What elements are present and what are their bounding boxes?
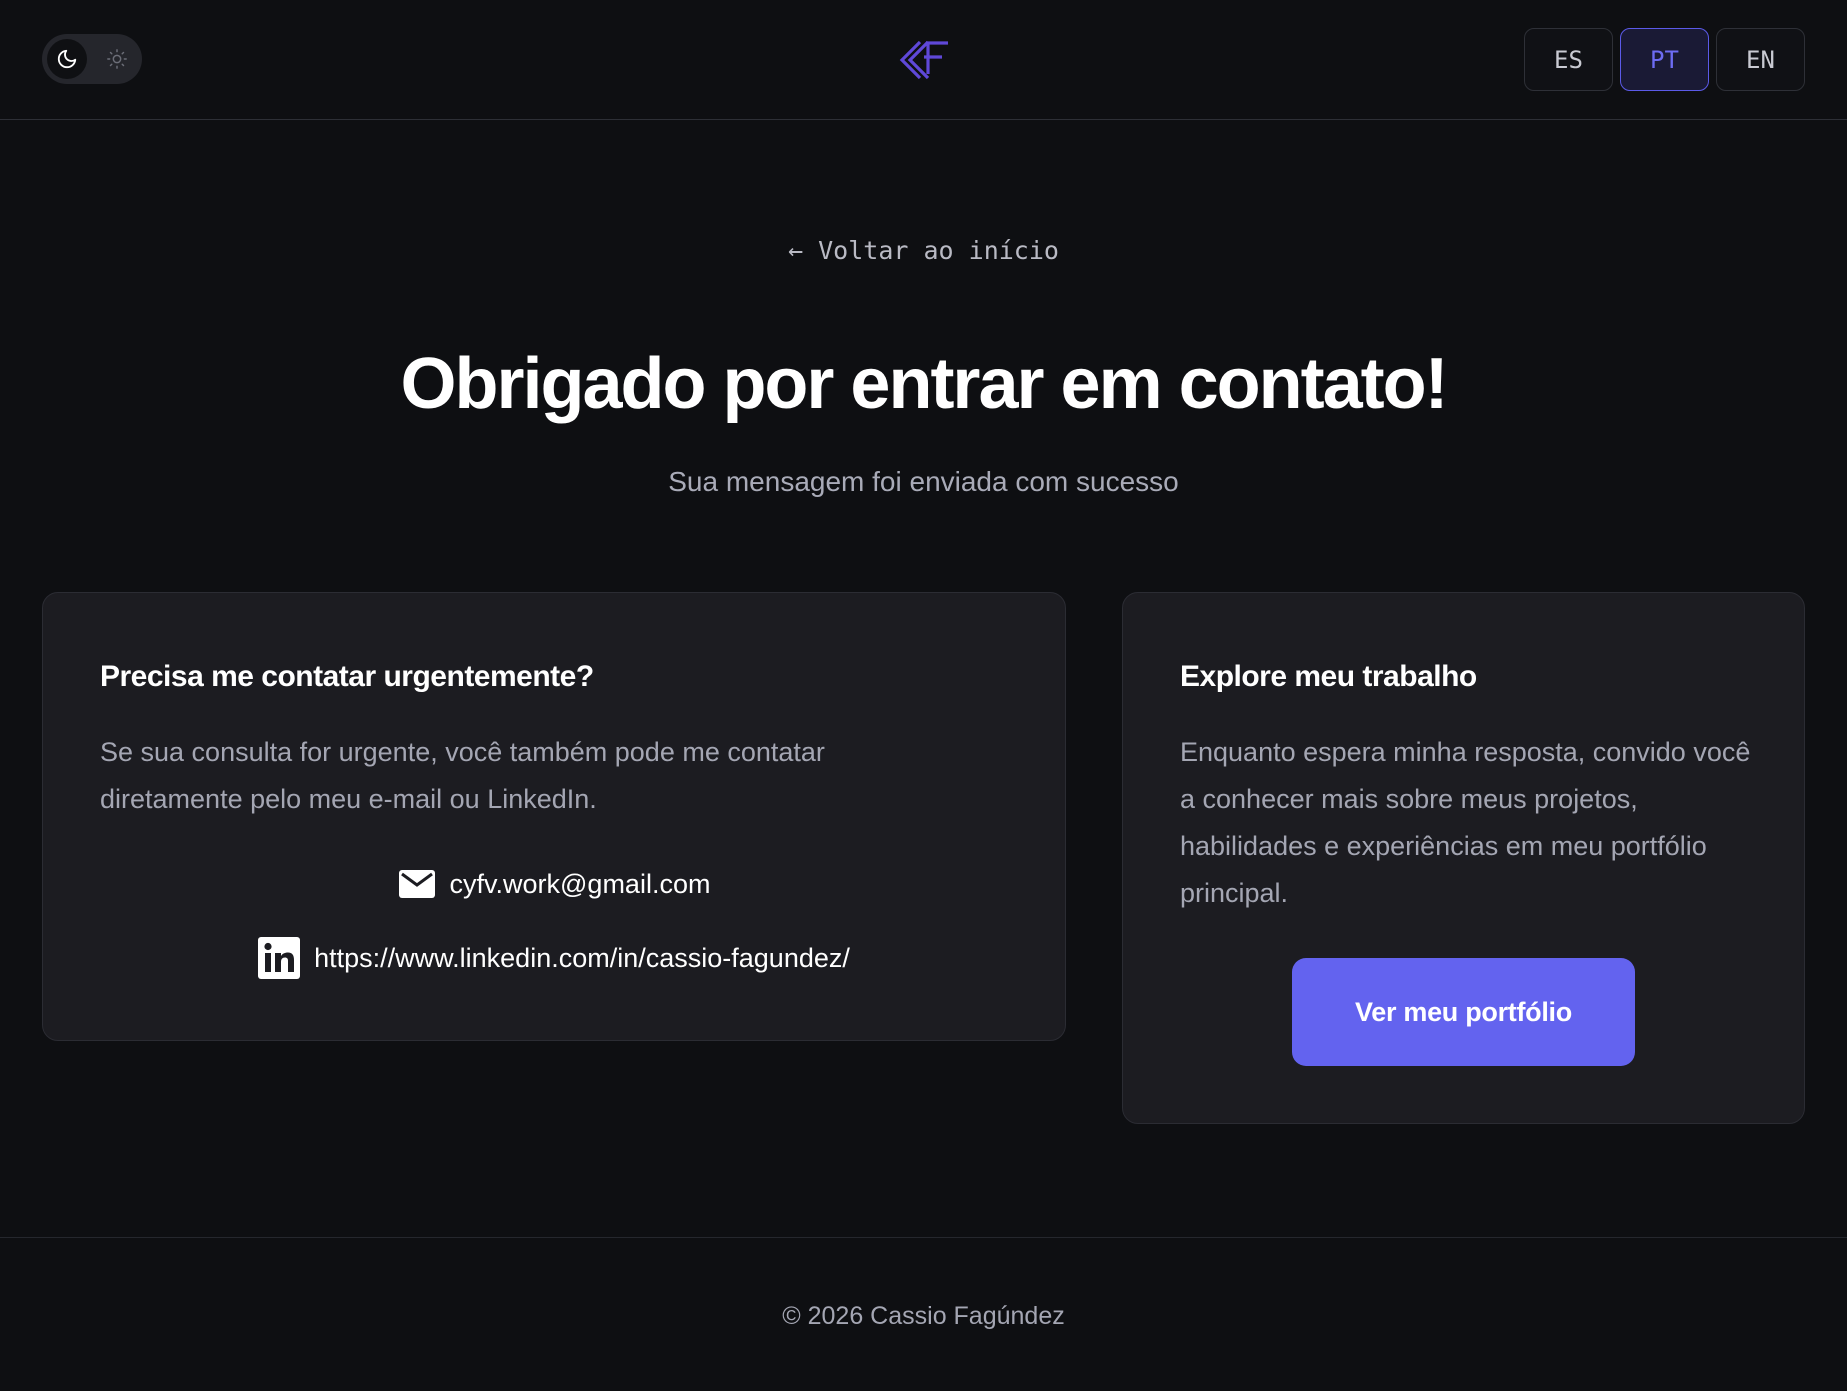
- lang-button-pt[interactable]: PT: [1620, 28, 1709, 91]
- lang-button-es[interactable]: ES: [1524, 28, 1613, 91]
- linkedin-icon: [258, 937, 301, 979]
- linkedin-link[interactable]: https://www.linkedin.com/in/cassio-fagun…: [43, 937, 1065, 979]
- light-mode-button[interactable]: [97, 39, 137, 79]
- email-link[interactable]: cyfv.work@gmail.com: [43, 868, 1065, 900]
- card-text: Enquanto espera minha resposta, convido …: [1180, 737, 1751, 908]
- mail-icon: [398, 868, 436, 900]
- dark-mode-button[interactable]: [47, 39, 87, 79]
- language-switcher: ES PT EN: [1524, 28, 1805, 91]
- page-subtitle: Sua mensagem foi enviada com sucesso: [668, 466, 1179, 497]
- linkedin-url[interactable]: https://www.linkedin.com/in/cassio-fagun…: [314, 943, 850, 974]
- view-portfolio-button[interactable]: Ver meu portfólio: [1292, 958, 1635, 1066]
- urgent-contact-card: Precisa me contatar urgentemente? Se sua…: [42, 592, 1066, 1041]
- back-home-link[interactable]: ← Voltar ao início: [0, 236, 1847, 265]
- brand-logo-icon[interactable]: [896, 36, 952, 82]
- theme-toggle[interactable]: [42, 34, 142, 84]
- sun-icon: [107, 49, 127, 69]
- email-address[interactable]: cyfv.work@gmail.com: [450, 869, 711, 900]
- explore-work-card: Explore meu trabalho Enquanto espera min…: [1122, 592, 1805, 1124]
- copyright-text: © 2026 Cassio Fagúndez: [782, 1302, 1065, 1330]
- card-title: Explore meu trabalho: [1180, 660, 1477, 693]
- moon-icon: [57, 49, 77, 69]
- site-footer: © 2026 Cassio Fagúndez: [0, 1237, 1847, 1391]
- card-title: Precisa me contatar urgentemente?: [100, 660, 594, 693]
- page-title: Obrigado por entrar em contato!: [400, 344, 1448, 424]
- lang-button-en[interactable]: EN: [1716, 28, 1805, 91]
- card-text: Se sua consulta for urgente, você também…: [100, 737, 825, 814]
- site-header: ES PT EN: [0, 0, 1847, 120]
